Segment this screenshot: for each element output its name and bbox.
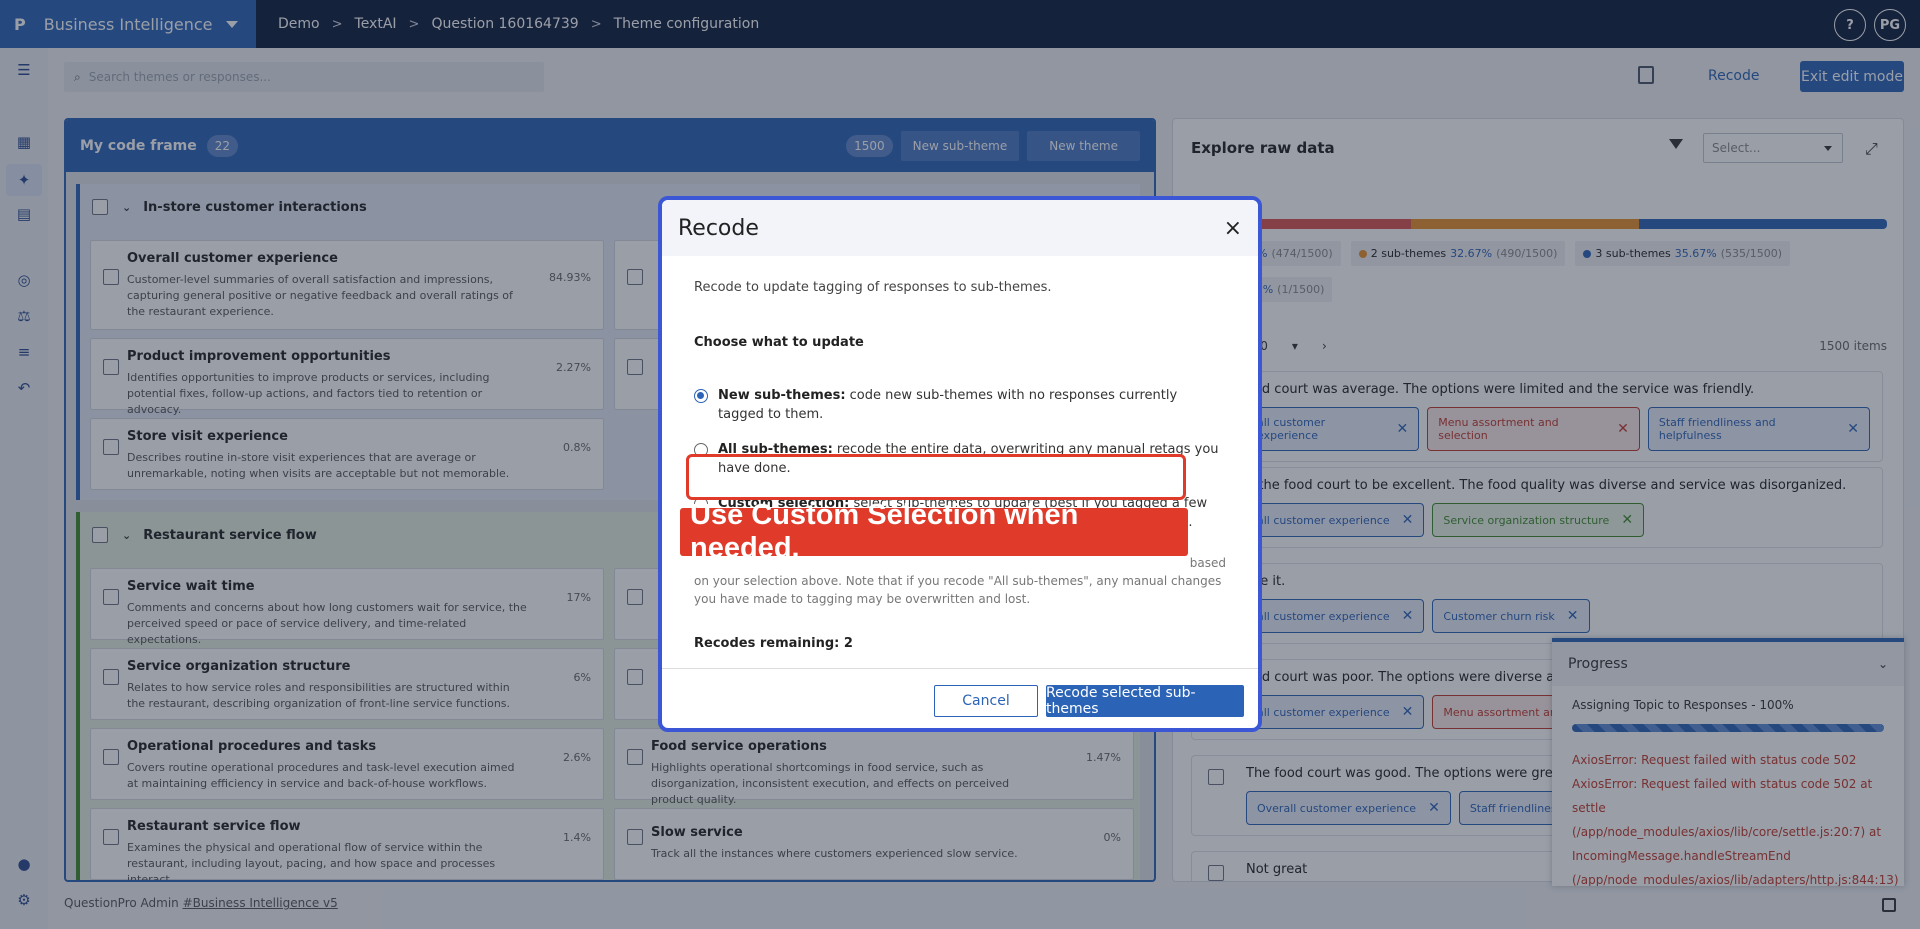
modal-intro: Recode to update tagging of responses to… [694,280,1052,295]
recode-selected-button[interactable]: Recode selected sub-themes [1046,684,1244,717]
recodes-remaining: Recodes remaining: 2 [694,636,853,651]
choose-label: Choose what to update [694,335,864,350]
cancel-button[interactable]: Cancel [934,684,1038,717]
radio-new-subthemes[interactable] [694,389,708,403]
close-icon[interactable]: × [1224,216,1242,241]
modal-footer: Cancel Recode selected sub-themes [662,668,1258,728]
custom-selection-highlight [686,454,1186,500]
annotation-callout: Use Custom Selection when needed. [680,499,1188,564]
option-new-subthemes[interactable]: New sub-themes: code new sub-themes with… [694,386,1226,424]
modal-title: Recode [678,215,759,241]
modal-note-text: on your selection above. Note that if yo… [694,574,1222,606]
recode-modal: Recode × Recode to update tagging of res… [658,196,1262,732]
option-label: New sub-themes: [718,388,846,403]
modal-header: Recode × [662,200,1258,256]
